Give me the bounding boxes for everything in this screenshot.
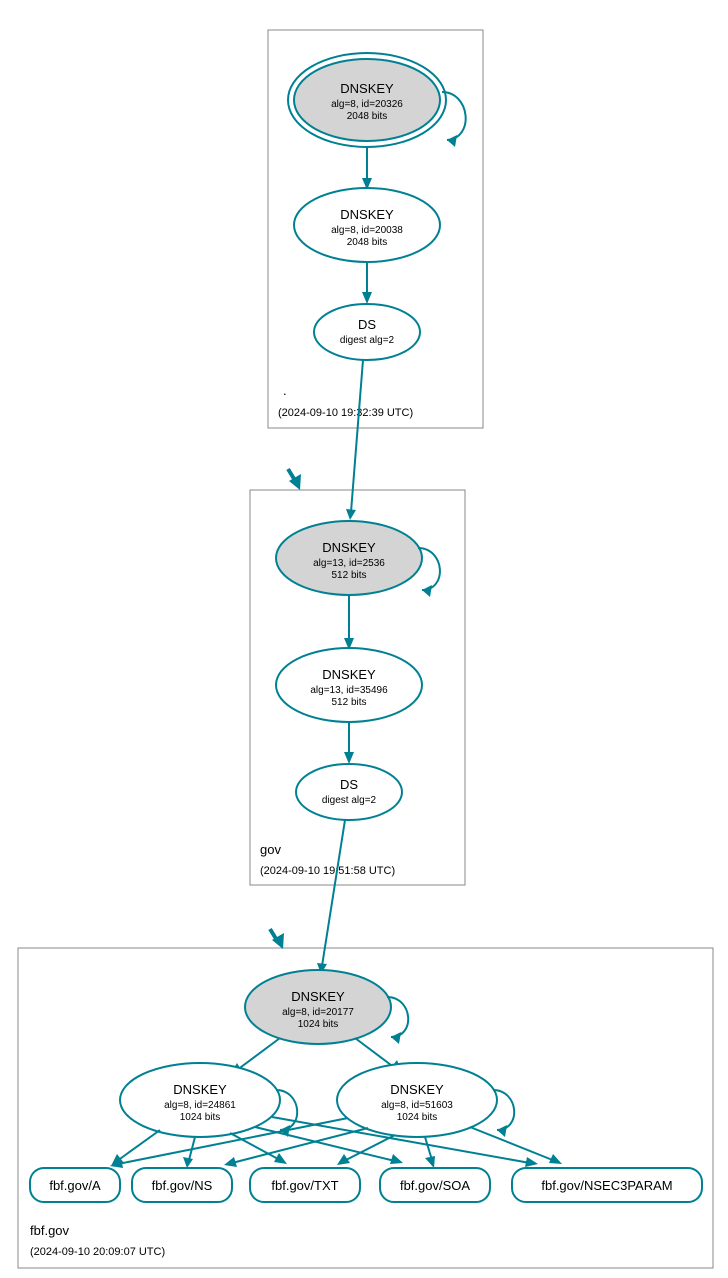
arrowhead-gov-self1 [422, 585, 432, 597]
svg-text:1024 bits: 1024 bits [180, 1112, 221, 1123]
svg-text:DNSKEY: DNSKEY [322, 667, 376, 682]
svg-text:DNSKEY: DNSKEY [291, 989, 345, 1004]
node-gov-ds: DS digest alg=2 [296, 764, 402, 820]
edge-fbf-k1-k2 [237, 1038, 280, 1070]
zone-gov-label: gov [260, 842, 281, 857]
record-ns: fbf.gov/NS [132, 1168, 232, 1202]
zone-fbf-label: fbf.gov [30, 1223, 70, 1238]
zone-root-timestamp: (2024-09-10 19:32:39 UTC) [278, 407, 413, 419]
arrowhead-gov-k2-ds [344, 752, 354, 764]
svg-text:1024 bits: 1024 bits [298, 1019, 339, 1030]
svg-text:fbf.gov/TXT: fbf.gov/TXT [271, 1178, 338, 1193]
svg-text:fbf.gov/SOA: fbf.gov/SOA [400, 1178, 470, 1193]
svg-text:DNSKEY: DNSKEY [173, 1082, 227, 1097]
svg-text:512 bits: 512 bits [331, 570, 366, 581]
arrowhead-root-k2-ds [362, 292, 372, 304]
arrowhead-root-self1 [447, 135, 457, 147]
svg-text:DNSKEY: DNSKEY [322, 540, 376, 555]
record-txt: fbf.gov/TXT [250, 1168, 360, 1202]
node-gov-key1: DNSKEY alg=13, id=2536 512 bits [276, 521, 422, 595]
record-soa: fbf.gov/SOA [380, 1168, 490, 1202]
svg-text:digest alg=2: digest alg=2 [340, 335, 395, 346]
svg-text:fbf.gov/NSEC3PARAM: fbf.gov/NSEC3PARAM [541, 1178, 672, 1193]
node-root-key1: DNSKEY alg=8, id=20326 2048 bits [288, 53, 446, 147]
svg-text:1024 bits: 1024 bits [397, 1112, 438, 1123]
svg-text:alg=8, id=24861: alg=8, id=24861 [164, 1100, 236, 1111]
node-fbf-key1: DNSKEY alg=8, id=20177 1024 bits [245, 970, 391, 1044]
svg-text:digest alg=2: digest alg=2 [322, 795, 377, 806]
svg-text:alg=8, id=51603: alg=8, id=51603 [381, 1100, 453, 1111]
node-fbf-key3: DNSKEY alg=8, id=51603 1024 bits [337, 1063, 497, 1137]
edge-fbf-k1-k3 [355, 1038, 395, 1068]
record-a: fbf.gov/A [30, 1168, 120, 1202]
svg-text:DNSKEY: DNSKEY [340, 81, 394, 96]
svg-text:fbf.gov/A: fbf.gov/A [49, 1178, 101, 1193]
svg-text:2048 bits: 2048 bits [347, 111, 388, 122]
arrowhead-fbf-self3 [497, 1125, 507, 1137]
svg-text:DS: DS [340, 777, 358, 792]
edge-gov-ds-fbf-k1 [322, 820, 345, 966]
svg-text:2048 bits: 2048 bits [347, 237, 388, 248]
node-fbf-key2: DNSKEY alg=8, id=24861 1024 bits [120, 1063, 280, 1137]
record-nsec3param: fbf.gov/NSEC3PARAM [512, 1168, 702, 1202]
node-root-key2: DNSKEY alg=8, id=20038 2048 bits [294, 188, 440, 262]
node-root-ds: DS digest alg=2 [314, 304, 420, 360]
zone-root-label: . [283, 383, 287, 398]
svg-text:alg=13, id=35496: alg=13, id=35496 [310, 685, 388, 696]
arrowhead-root-ds-gov-k1 [346, 509, 356, 520]
svg-text:alg=13, id=2536: alg=13, id=2536 [313, 558, 385, 569]
svg-text:DS: DS [358, 317, 376, 332]
arrowhead-fbf-self1 [391, 1032, 401, 1044]
svg-text:DNSKEY: DNSKEY [390, 1082, 444, 1097]
svg-text:alg=8, id=20177: alg=8, id=20177 [282, 1007, 354, 1018]
svg-text:alg=8, id=20326: alg=8, id=20326 [331, 99, 403, 110]
zone-gov-timestamp: (2024-09-10 19:51:58 UTC) [260, 865, 395, 877]
svg-text:alg=8, id=20038: alg=8, id=20038 [331, 225, 403, 236]
svg-text:fbf.gov/NS: fbf.gov/NS [152, 1178, 213, 1193]
svg-text:DNSKEY: DNSKEY [340, 207, 394, 222]
node-gov-key2: DNSKEY alg=13, id=35496 512 bits [276, 648, 422, 722]
edge-root-ds-gov-k1 [351, 360, 363, 512]
zone-fbf-timestamp: (2024-09-10 20:09:07 UTC) [30, 1246, 165, 1258]
svg-text:512 bits: 512 bits [331, 697, 366, 708]
